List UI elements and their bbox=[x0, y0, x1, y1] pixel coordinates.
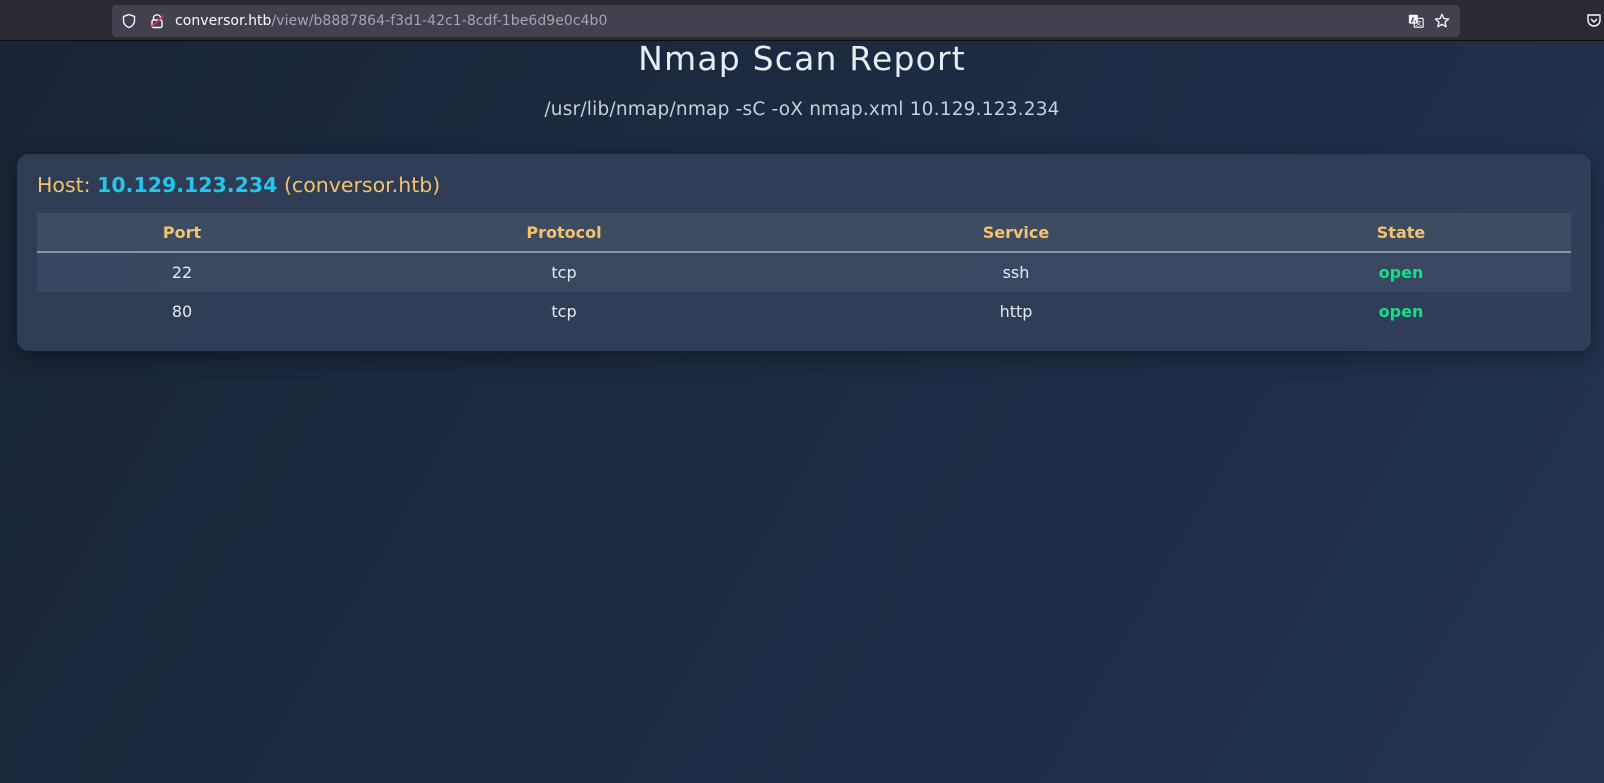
page-title: Nmap Scan Report bbox=[638, 39, 966, 78]
star-icon[interactable] bbox=[1434, 13, 1450, 29]
browser-toolbar: conversor.htb/view/b8887864-f3d1-42c1-8c… bbox=[0, 0, 1604, 41]
table-row: 22 tcp ssh open bbox=[37, 252, 1571, 292]
header-service: Service bbox=[801, 213, 1231, 253]
lock-icon[interactable] bbox=[149, 13, 165, 29]
header-port: Port bbox=[37, 213, 327, 253]
header-protocol: Protocol bbox=[327, 213, 801, 253]
url-path: /view/b8887864-f3d1-42c1-8cdf-1be6d9e0c4… bbox=[271, 13, 608, 29]
cell-protocol: tcp bbox=[327, 252, 801, 292]
cell-protocol: tcp bbox=[551, 302, 577, 321]
scan-command: /usr/lib/nmap/nmap -sC -oX nmap.xml 10.1… bbox=[544, 99, 1060, 120]
url-actions: A 文 bbox=[1408, 13, 1450, 29]
cell-port: 22 bbox=[37, 252, 327, 292]
translate-icon[interactable]: A 文 bbox=[1408, 13, 1424, 29]
cell-service: ssh bbox=[801, 252, 1231, 292]
url-host: conversor.htb bbox=[175, 13, 272, 29]
ports-table: Port Protocol Service State 22 tcp ssh o… bbox=[37, 213, 1571, 331]
cell-port: 80 bbox=[171, 302, 193, 321]
host-label: Host: bbox=[37, 173, 91, 197]
url-text[interactable]: conversor.htb/view/b8887864-f3d1-42c1-8c… bbox=[175, 13, 607, 29]
header-state: State bbox=[1231, 213, 1571, 253]
cell-state: open bbox=[1231, 252, 1571, 292]
table-header-row: Port Protocol Service State bbox=[37, 213, 1571, 253]
table-row: 80 tcp http open bbox=[37, 292, 1571, 331]
host-ip: 10.129.123.234 bbox=[97, 173, 278, 197]
cell-service: http bbox=[999, 302, 1033, 321]
host-heading: Host: 10.129.123.234 (conversor.htb) bbox=[37, 173, 440, 197]
cell-state: open bbox=[1378, 302, 1424, 321]
host-hostname: (conversor.htb) bbox=[283, 173, 441, 197]
shield-icon[interactable] bbox=[121, 13, 137, 29]
host-card: Host: 10.129.123.234 (conversor.htb) Por… bbox=[17, 154, 1591, 351]
svg-text:文: 文 bbox=[1416, 19, 1423, 27]
pocket-icon[interactable] bbox=[1586, 12, 1602, 28]
url-bar[interactable]: conversor.htb/view/b8887864-f3d1-42c1-8c… bbox=[112, 5, 1460, 37]
